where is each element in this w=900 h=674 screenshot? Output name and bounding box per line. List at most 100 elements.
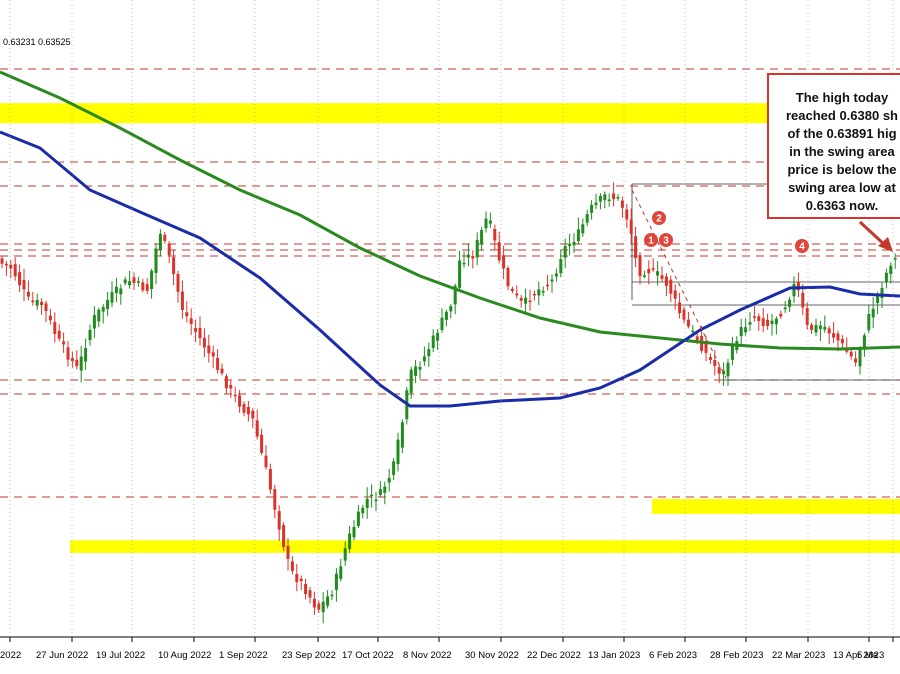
- candle-body: [506, 267, 510, 287]
- candle-body: [801, 292, 805, 308]
- candle-body: [198, 327, 202, 339]
- candle-body: [673, 290, 677, 299]
- candle-body: [541, 290, 545, 293]
- candle-body: [66, 347, 70, 360]
- annotation-callout: The high today reached 0.6380 sh of the 0.…: [767, 73, 900, 219]
- candle-body: [686, 319, 690, 327]
- candle-body: [629, 219, 633, 234]
- candle-body: [378, 489, 382, 495]
- candle-body: [0, 258, 4, 264]
- price-readout: 0.63231 0.63525: [3, 37, 71, 47]
- candle-body: [211, 352, 215, 357]
- callout-text: The high today reached 0.6380 sh of the 0.…: [767, 89, 900, 215]
- candle-body: [568, 243, 572, 246]
- candle-body: [832, 333, 836, 338]
- candle-body: [704, 343, 708, 353]
- candle-body: [462, 262, 466, 265]
- candle-body: [532, 293, 536, 296]
- candle-body: [744, 327, 748, 333]
- candle-body: [554, 273, 558, 277]
- trend-line: [631, 189, 727, 379]
- candle-body: [114, 286, 118, 294]
- swing-marker-label: 2: [656, 214, 662, 225]
- candle-body: [616, 196, 620, 199]
- candle-body: [167, 243, 171, 256]
- candle-body: [889, 265, 893, 275]
- candle-body: [440, 317, 444, 331]
- candle-body: [770, 320, 774, 325]
- candle-body: [172, 257, 176, 275]
- candle-body: [607, 199, 611, 201]
- candle-body: [717, 367, 721, 374]
- candle-body: [757, 316, 761, 321]
- candle-body: [352, 527, 356, 538]
- candle-body: [519, 297, 523, 301]
- candle-body: [132, 277, 136, 284]
- candle-body: [651, 268, 655, 270]
- candle-body: [431, 335, 435, 348]
- candle-body: [356, 511, 360, 527]
- candle-body: [9, 264, 13, 269]
- candle-body: [260, 434, 264, 453]
- candle-body: [726, 362, 730, 377]
- candle-body: [268, 469, 272, 490]
- candle-body: [145, 284, 149, 291]
- candle-body: [400, 422, 404, 448]
- candle-body: [295, 573, 299, 583]
- candle-body: [57, 330, 61, 339]
- candle-body: [110, 292, 114, 303]
- x-tick-label: 13 Jan 2023: [588, 650, 640, 661]
- candle-body: [304, 584, 308, 595]
- candle-body: [334, 573, 338, 590]
- candle-body: [497, 242, 501, 261]
- candle-body: [783, 307, 787, 310]
- candle-body: [678, 302, 682, 314]
- upper-zone: [0, 103, 900, 124]
- candle-body: [730, 344, 734, 360]
- candle-body: [414, 366, 418, 376]
- candle-body: [189, 318, 193, 324]
- x-tick-label: 5 Ma: [857, 650, 879, 661]
- candle-body: [26, 291, 30, 297]
- candle-body: [581, 224, 585, 234]
- chart-plot: 123 4 2022 27 Jun 2022 19 Jul 2022 10 Aug 20…: [0, 0, 900, 661]
- candle-body: [524, 297, 528, 304]
- candle-body: [88, 329, 92, 341]
- candle-body: [330, 594, 334, 597]
- candle-body: [150, 270, 154, 290]
- candle-body: [612, 193, 616, 200]
- candle-body: [396, 439, 400, 465]
- candle-body: [550, 279, 554, 282]
- candle-body: [484, 218, 488, 229]
- candle-body: [475, 240, 479, 258]
- x-tick-label: 8 Nov 2022: [403, 650, 452, 661]
- candle-body: [233, 394, 237, 397]
- candle-body: [101, 306, 105, 312]
- candle-body: [321, 601, 325, 613]
- candle-body: [515, 293, 519, 296]
- chart: 123 4 2022 27 Jun 2022 19 Jul 2022 10 Aug 20…: [0, 0, 900, 674]
- candle-body: [818, 325, 822, 330]
- candle-body: [422, 356, 426, 362]
- candle-body: [893, 258, 897, 260]
- candle-body: [810, 324, 814, 330]
- candle-body: [35, 299, 39, 306]
- candle-body: [180, 291, 184, 311]
- candle-body: [836, 333, 840, 341]
- candle-body: [660, 275, 664, 279]
- callout-line: reached 0.6380 sh: [785, 108, 899, 123]
- candle-body: [585, 214, 589, 223]
- candle-body: [766, 319, 770, 327]
- candle-body: [176, 273, 180, 292]
- candle-body: [647, 268, 651, 274]
- candle-body: [691, 330, 695, 333]
- candle-body: [387, 477, 391, 483]
- candle-body: [427, 349, 431, 357]
- candle-body: [136, 281, 140, 283]
- candle-body: [598, 195, 602, 202]
- candle-body: [238, 395, 242, 407]
- candle-body: [79, 356, 83, 371]
- candle-body: [128, 281, 132, 286]
- candle-body: [594, 202, 598, 206]
- candle-body: [480, 230, 484, 245]
